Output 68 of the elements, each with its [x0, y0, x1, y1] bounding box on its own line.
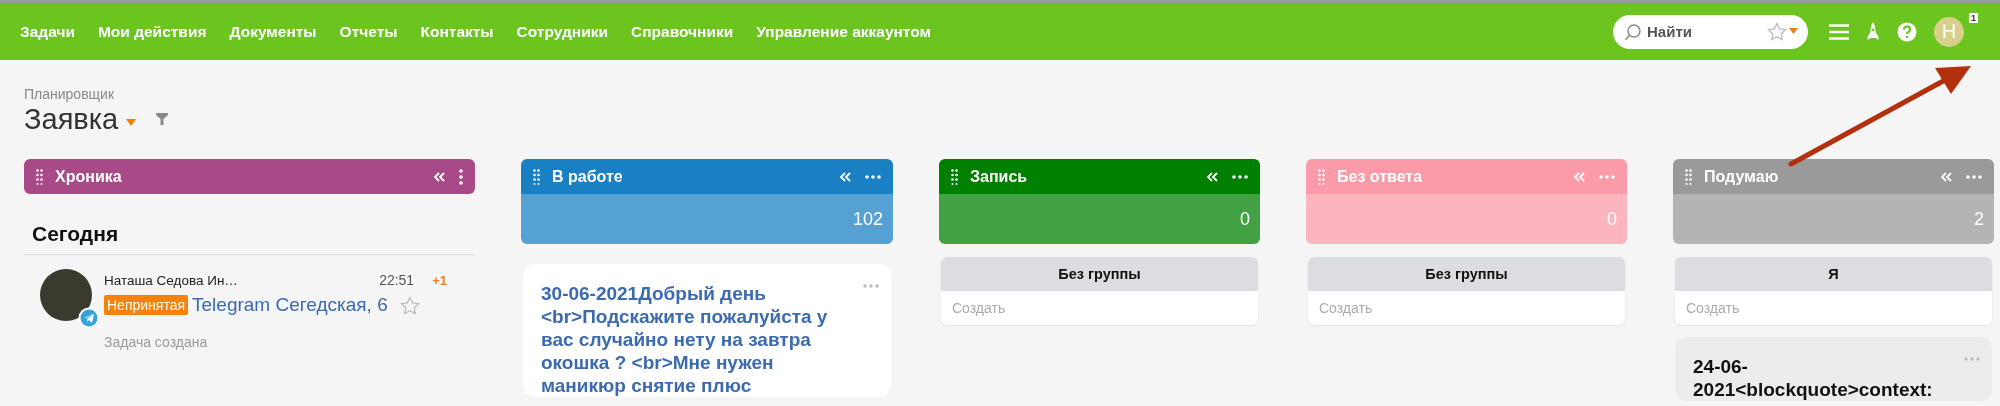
- column-count: 102: [852, 208, 883, 230]
- more-icon[interactable]: [459, 168, 463, 185]
- collapse-icon[interactable]: [434, 171, 445, 182]
- column-count: 0: [1607, 208, 1617, 230]
- column-title-bar[interactable]: Запись: [939, 159, 1260, 194]
- column-title: Подумаю: [1704, 167, 1780, 186]
- column-title: Хроника: [55, 167, 123, 186]
- nav-link[interactable]: Мои действия: [97, 22, 207, 41]
- event-note: Задача создана: [104, 334, 209, 350]
- notification-count: 1: [1969, 12, 1978, 23]
- column-title: Без ответа: [1337, 167, 1424, 186]
- nav-link[interactable]: Сотрудники: [516, 22, 608, 41]
- event-time: 22:51: [379, 272, 415, 288]
- create-link[interactable]: Создать: [941, 291, 1258, 325]
- drag-handle-icon[interactable]: [36, 168, 43, 185]
- collapse-icon[interactable]: [840, 171, 851, 182]
- column-title-bar[interactable]: Подумаю: [1673, 159, 1994, 194]
- caret-icon[interactable]: [126, 118, 137, 126]
- drag-handle-icon[interactable]: [533, 168, 540, 185]
- filter-icon[interactable]: [156, 113, 169, 125]
- column-title-bar[interactable]: Хроника: [24, 159, 475, 194]
- drag-handle-icon[interactable]: [951, 168, 958, 185]
- star-icon[interactable]: [399, 295, 420, 315]
- menu-icon[interactable]: [1829, 23, 1849, 40]
- nav-link[interactable]: Контакты: [420, 22, 494, 41]
- favorites-button[interactable]: [1767, 21, 1798, 41]
- group-title[interactable]: Я: [1675, 257, 1992, 291]
- nav-link[interactable]: Документы: [229, 22, 317, 41]
- nav-link[interactable]: Управление аккаунтом: [756, 22, 931, 41]
- nav-link[interactable]: Отчеты: [339, 22, 398, 41]
- status-badge: Непринятая: [104, 295, 189, 315]
- task-card[interactable]: 30-06-2021Добрый день <br>Подскажите пожалуйста у вас случайно нету на завтра окошка ? <br>Мне нужен маникюр снятие плюс: [523, 264, 891, 397]
- card-title: 24-06-2021<blockquote>context:: [1693, 355, 1934, 401]
- paper-plane-icon: [78, 307, 100, 329]
- section-heading: Сегодня: [31, 221, 119, 246]
- column-title-bar[interactable]: В работе: [521, 159, 893, 194]
- search-icon: [1624, 22, 1642, 41]
- task-link[interactable]: Telegram Сегедская, 6: [192, 294, 388, 316]
- drag-handle-icon[interactable]: [1685, 168, 1692, 185]
- more-icon[interactable]: [865, 174, 881, 179]
- rocket-icon[interactable]: [1866, 21, 1880, 42]
- create-link[interactable]: Создать: [1308, 291, 1625, 325]
- star-icon: [1767, 21, 1787, 41]
- breadcrumb[interactable]: Планировщик: [24, 86, 115, 102]
- drag-handle-icon[interactable]: [1318, 168, 1325, 185]
- column-title: В работе: [552, 167, 624, 186]
- task-card[interactable]: 24-06-2021<blockquote>context:: [1675, 337, 1992, 401]
- page-title: Заявка: [24, 102, 119, 136]
- contact-name[interactable]: Наташа Седова Ин…: [104, 269, 362, 288]
- more-icon[interactable]: [1966, 174, 1982, 179]
- more-icon[interactable]: [1232, 174, 1248, 179]
- caret-icon: [1789, 28, 1798, 34]
- group-title[interactable]: Без группы: [941, 257, 1258, 291]
- card-title: 30-06-2021Добрый день <br>Подскажите пожалуйста у вас случайно нету на завтра окошка ? <br>Мне нужен маникюр снятие плюс: [541, 282, 829, 397]
- column-title: Запись: [970, 167, 1029, 186]
- event-count: +1: [432, 273, 447, 288]
- search-field[interactable]: Найти: [1613, 14, 1808, 49]
- group-title[interactable]: Без группы: [1308, 257, 1625, 291]
- column-count: 2: [1974, 208, 1984, 230]
- column-count: 0: [1240, 208, 1250, 230]
- collapse-icon[interactable]: [1941, 171, 1952, 182]
- collapse-icon[interactable]: [1207, 171, 1218, 182]
- nav-link[interactable]: Справочники: [631, 22, 734, 41]
- help-icon[interactable]: [1897, 21, 1917, 42]
- create-link[interactable]: Создать: [1675, 291, 1992, 325]
- nav-link[interactable]: Задачи: [20, 22, 75, 41]
- avatar-photo-placeholder: [40, 269, 92, 321]
- column-title-bar[interactable]: Без ответа: [1306, 159, 1627, 194]
